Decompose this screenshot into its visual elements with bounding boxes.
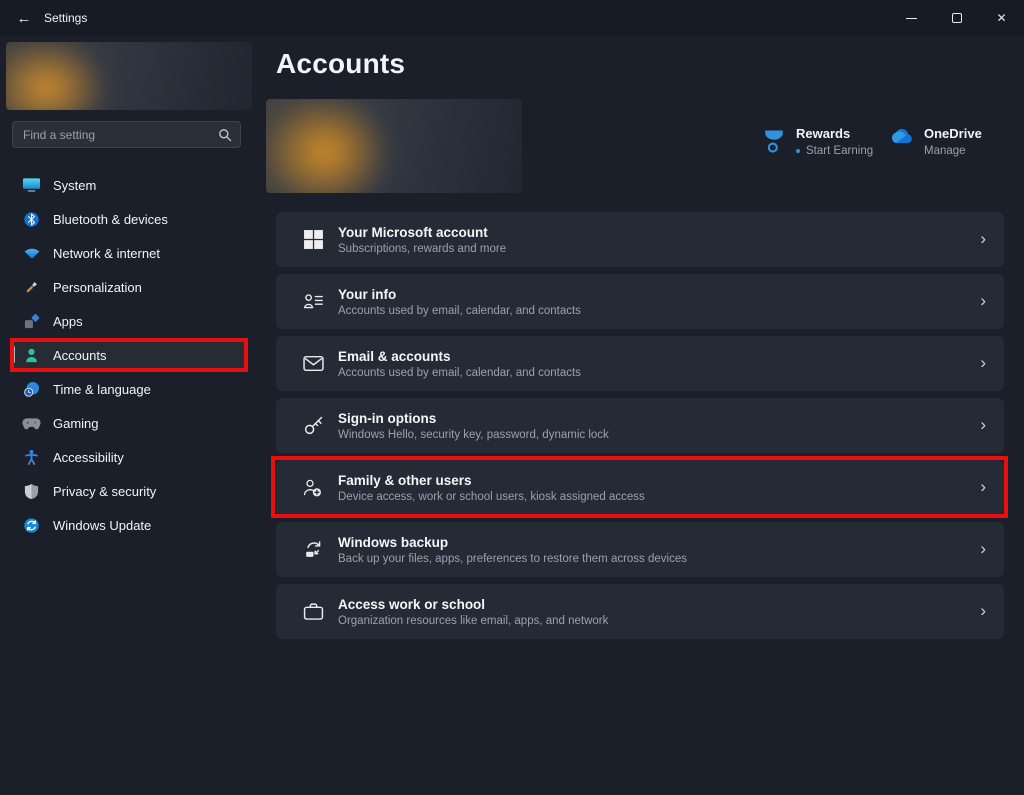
card-subtitle: Subscriptions, rewards and more — [338, 243, 506, 255]
sidebar-item-label: Accessibility — [53, 450, 124, 465]
sidebar-item-apps[interactable]: Apps — [12, 304, 248, 338]
bluetooth-icon — [22, 210, 41, 229]
card-family-other-users[interactable]: Family & other users Device access, work… — [276, 460, 1004, 515]
card-title: Family & other users — [338, 473, 645, 488]
sidebar-item-system[interactable]: System — [12, 168, 248, 202]
sidebar: System Bluetooth & devices Network & int… — [0, 36, 260, 795]
card-sign-in-options[interactable]: Sign-in options Windows Hello, security … — [276, 398, 1004, 453]
sidebar-item-label: Accounts — [53, 348, 106, 363]
apps-icon — [22, 312, 41, 331]
sidebar-item-accounts[interactable]: Accounts — [12, 338, 248, 372]
chevron-right-icon: › — [980, 539, 986, 559]
sidebar-nav: System Bluetooth & devices Network & int… — [0, 168, 260, 542]
sidebar-item-bluetooth-devices[interactable]: Bluetooth & devices — [12, 202, 248, 236]
window-title: Settings — [44, 11, 87, 25]
key-icon — [300, 415, 326, 436]
backup-sync-icon — [300, 539, 326, 560]
sidebar-item-label: Bluetooth & devices — [53, 212, 168, 227]
card-your-microsoft-account[interactable]: Your Microsoft account Subscriptions, re… — [276, 212, 1004, 267]
sidebar-item-windows-update[interactable]: Windows Update — [12, 508, 248, 542]
window-controls: ✕ — [889, 0, 1024, 36]
card-subtitle: Device access, work or school users, kio… — [338, 491, 645, 503]
sidebar-item-label: Apps — [53, 314, 83, 329]
settings-window: ← Settings ✕ System — [0, 0, 1024, 795]
chevron-right-icon: › — [980, 353, 986, 373]
page-title: Accounts — [276, 48, 405, 80]
onedrive-action-link[interactable]: Manage — [924, 145, 966, 157]
chevron-right-icon: › — [980, 229, 986, 249]
minimize-icon — [906, 18, 917, 19]
sidebar-item-label: Network & internet — [53, 246, 160, 261]
card-subtitle: Accounts used by email, calendar, and co… — [338, 305, 581, 317]
sidebar-item-accessibility[interactable]: Accessibility — [12, 440, 248, 474]
rewards-trophy-icon — [763, 128, 785, 160]
family-add-user-icon — [300, 478, 326, 498]
back-button[interactable]: ← — [8, 4, 40, 32]
chevron-right-icon: › — [980, 601, 986, 621]
onedrive-promo[interactable]: OneDrive Manage — [886, 126, 982, 157]
card-subtitle: Windows Hello, security key, password, d… — [338, 429, 609, 441]
wifi-icon — [22, 244, 41, 263]
card-title: Access work or school — [338, 597, 608, 612]
titlebar: ← Settings ✕ — [0, 0, 1024, 36]
card-windows-backup[interactable]: Windows backup Back up your files, apps,… — [276, 522, 1004, 577]
your-info-icon — [300, 292, 326, 311]
rewards-promo[interactable]: Rewards Start Earning — [763, 126, 873, 160]
sidebar-item-label: Personalization — [53, 280, 142, 295]
gamepad-icon — [22, 414, 41, 433]
sidebar-item-time-language[interactable]: Time & language — [12, 372, 248, 406]
start-earning-dot — [796, 149, 800, 153]
card-title: Sign-in options — [338, 411, 609, 426]
settings-search — [12, 121, 241, 148]
card-email-accounts[interactable]: Email & accounts Accounts used by email,… — [276, 336, 1004, 391]
briefcase-icon — [300, 602, 326, 621]
sidebar-item-label: System — [53, 178, 96, 193]
card-subtitle: Organization resources like email, apps,… — [338, 615, 608, 627]
card-title: Your Microsoft account — [338, 225, 506, 240]
card-access-work-school[interactable]: Access work or school Organization resou… — [276, 584, 1004, 639]
accessibility-person-icon — [22, 448, 41, 467]
card-title: Your info — [338, 287, 581, 302]
card-subtitle: Back up your files, apps, preferences to… — [338, 553, 687, 565]
search-input[interactable] — [13, 122, 240, 147]
sidebar-item-label: Privacy & security — [53, 484, 156, 499]
search-icon — [218, 128, 232, 147]
time-language-icon — [22, 380, 41, 399]
sidebar-item-label: Windows Update — [53, 518, 151, 533]
sidebar-item-label: Gaming — [53, 416, 99, 431]
microsoft-logo-icon — [300, 229, 326, 250]
minimize-button[interactable] — [889, 0, 934, 36]
card-title: Email & accounts — [338, 349, 581, 364]
paintbrush-icon — [22, 278, 41, 297]
card-subtitle: Accounts used by email, calendar, and co… — [338, 367, 581, 379]
rewards-action-link[interactable]: Start Earning — [806, 145, 873, 157]
sidebar-item-label: Time & language — [53, 382, 151, 397]
onedrive-title: OneDrive — [924, 126, 982, 141]
close-icon: ✕ — [996, 11, 1006, 25]
chevron-right-icon: › — [980, 477, 986, 497]
card-your-info[interactable]: Your info Accounts used by email, calend… — [276, 274, 1004, 329]
maximize-button[interactable] — [934, 0, 979, 36]
card-title: Windows backup — [338, 535, 687, 550]
chevron-right-icon: › — [980, 415, 986, 435]
system-icon — [22, 176, 41, 195]
maximize-icon — [952, 13, 962, 23]
close-button[interactable]: ✕ — [979, 0, 1024, 36]
sidebar-item-privacy-security[interactable]: Privacy & security — [12, 474, 248, 508]
back-arrow-icon: ← — [17, 10, 32, 27]
windows-update-icon — [22, 516, 41, 535]
email-envelope-icon — [300, 355, 326, 372]
user-profile-blurred-image — [6, 42, 252, 110]
accounts-person-icon — [22, 346, 41, 365]
sidebar-item-gaming[interactable]: Gaming — [12, 406, 248, 440]
chevron-right-icon: › — [980, 291, 986, 311]
account-banner-blurred-image — [266, 99, 522, 193]
sidebar-item-personalization[interactable]: Personalization — [12, 270, 248, 304]
rewards-title: Rewards — [796, 126, 873, 141]
shield-icon — [22, 482, 41, 501]
sidebar-item-network-internet[interactable]: Network & internet — [12, 236, 248, 270]
onedrive-cloud-icon — [886, 128, 913, 150]
